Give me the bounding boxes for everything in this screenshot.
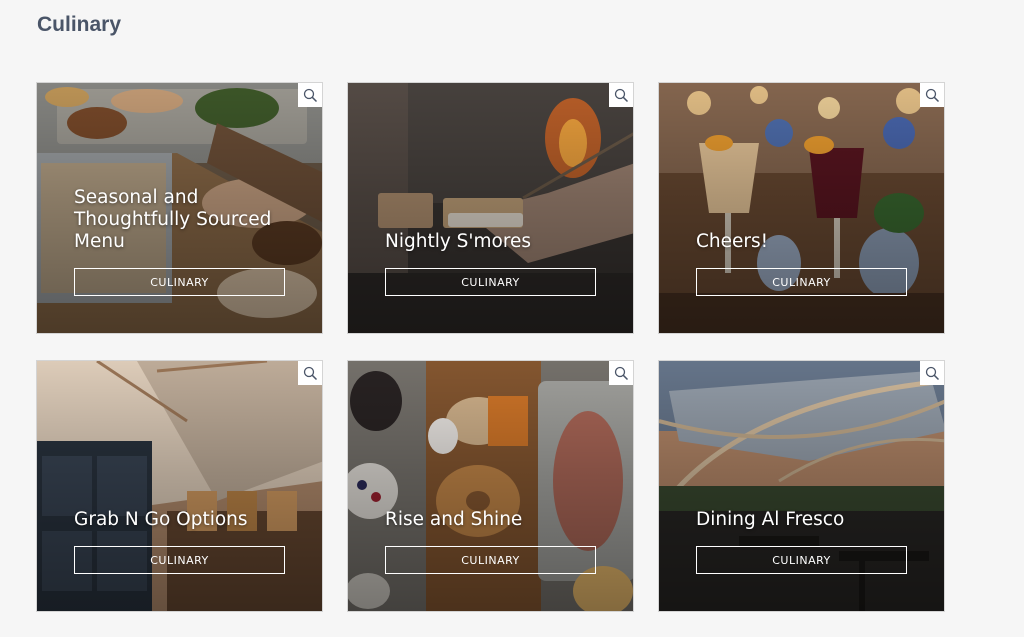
card-title: Cheers! bbox=[696, 231, 769, 252]
zoom-icon[interactable] bbox=[298, 361, 322, 385]
card-title: Seasonal and Thoughtfully Sourced Menu bbox=[74, 187, 272, 252]
gallery-card-rise-and-shine[interactable]: Rise and Shine CULINARY bbox=[347, 360, 634, 612]
category-tag-button[interactable]: CULINARY bbox=[696, 546, 907, 574]
category-tag-button[interactable]: CULINARY bbox=[74, 268, 285, 296]
category-tag-button[interactable]: CULINARY bbox=[385, 268, 596, 296]
zoom-icon[interactable] bbox=[609, 83, 633, 107]
gallery-card-smores[interactable]: Nightly S'mores CULINARY bbox=[347, 82, 634, 334]
card-title: Dining Al Fresco bbox=[696, 509, 845, 530]
gallery-card-grab-n-go[interactable]: Grab N Go Options CULINARY bbox=[36, 360, 323, 612]
zoom-icon[interactable] bbox=[298, 83, 322, 107]
zoom-icon[interactable] bbox=[920, 361, 944, 385]
category-tag-button[interactable]: CULINARY bbox=[385, 546, 596, 574]
card-title: Grab N Go Options bbox=[74, 509, 248, 530]
gallery-card-seasonal-menu[interactable]: Seasonal and Thoughtfully Sourced Menu C… bbox=[36, 82, 323, 334]
card-title: Rise and Shine bbox=[385, 509, 523, 530]
zoom-icon[interactable] bbox=[609, 361, 633, 385]
category-tag-button[interactable]: CULINARY bbox=[74, 546, 285, 574]
zoom-icon[interactable] bbox=[920, 83, 944, 107]
card-title: Nightly S'mores bbox=[385, 231, 532, 252]
category-tag-button[interactable]: CULINARY bbox=[696, 268, 907, 296]
page-title: Culinary bbox=[37, 13, 122, 36]
gallery-page: Culinary Seasonal and Thoughtfully Sourc… bbox=[0, 0, 1024, 637]
gallery-card-cheers[interactable]: Cheers! CULINARY bbox=[658, 82, 945, 334]
gallery-card-dining-al-fresco[interactable]: Dining Al Fresco CULINARY bbox=[658, 360, 945, 612]
